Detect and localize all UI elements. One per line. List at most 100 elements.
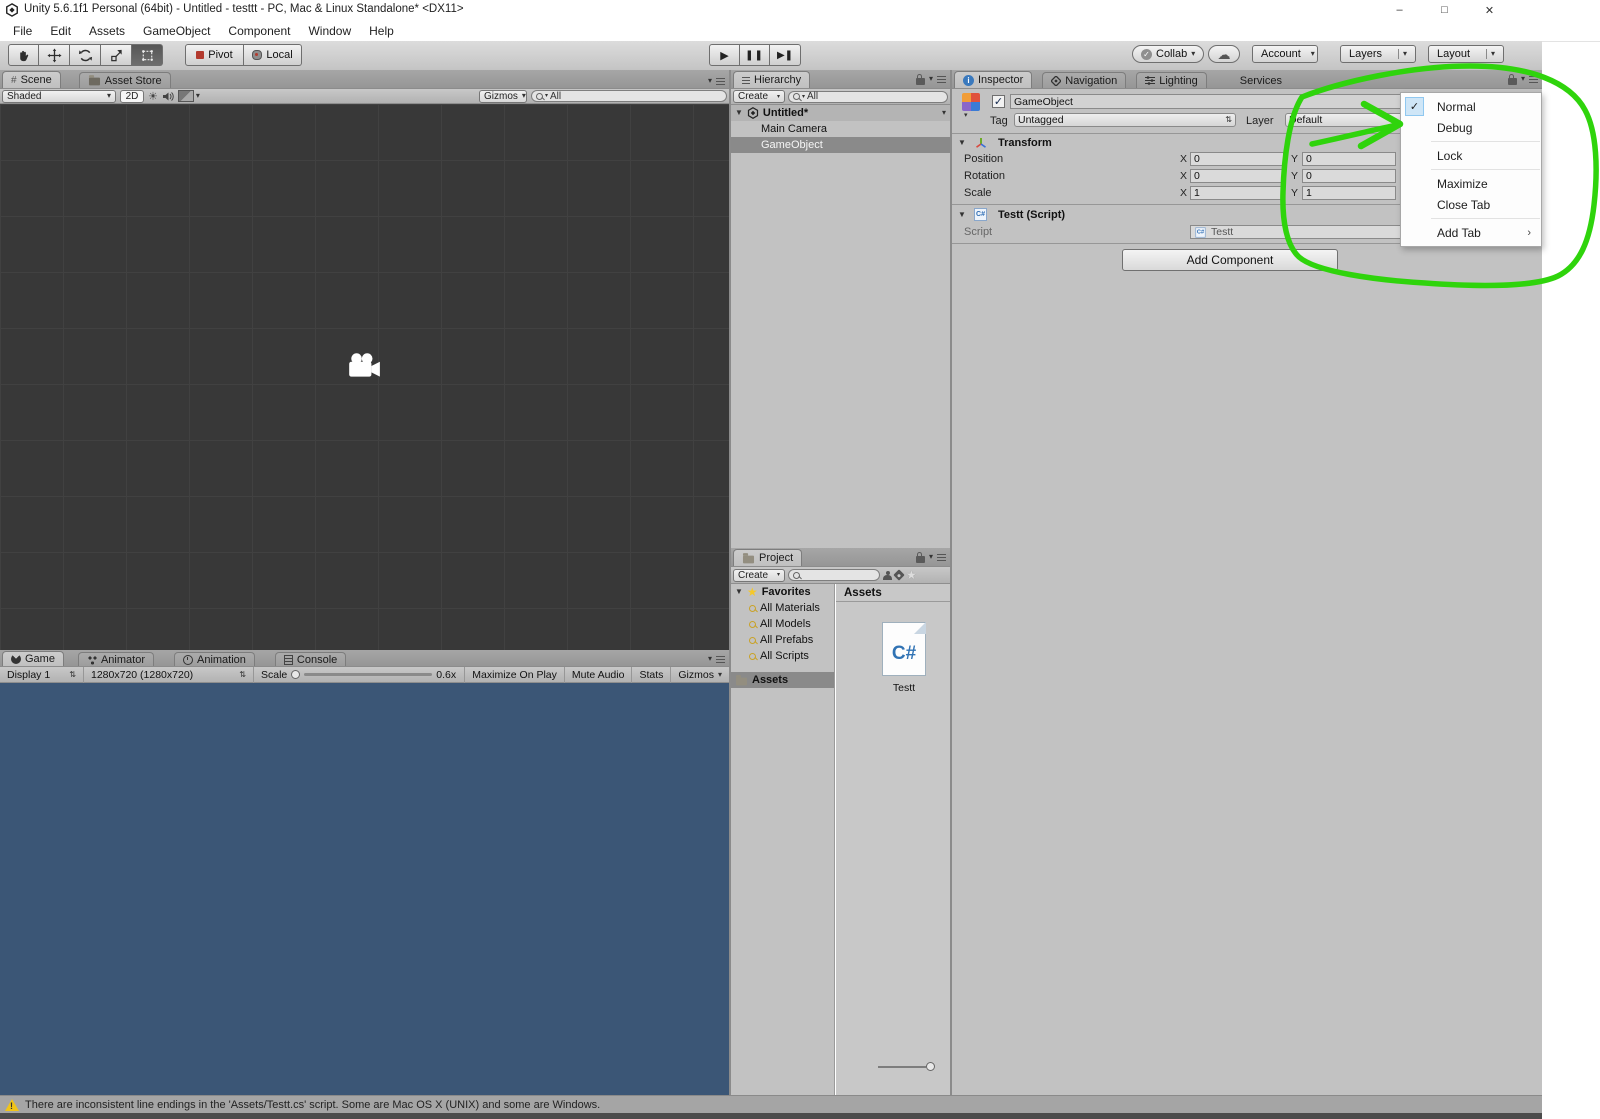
tab-navigation[interactable]: Navigation — [1042, 72, 1127, 88]
local-toggle-button[interactable]: Local — [244, 44, 302, 66]
tab-animator[interactable]: Animator — [77, 652, 154, 666]
display-dropdown[interactable]: Display 1 ⇅ — [0, 666, 84, 683]
project-lock-icon[interactable] — [915, 552, 925, 563]
menu-file[interactable]: File — [4, 20, 41, 41]
game-panel-menu-icon[interactable]: ▾ — [708, 655, 712, 663]
active-checkbox[interactable] — [992, 95, 1005, 108]
resolution-dropdown[interactable]: 1280x720 (1280x720) ⇅ — [84, 666, 254, 683]
tab-services[interactable]: Services — [1231, 72, 1291, 88]
menu-assets[interactable]: Assets — [80, 20, 134, 41]
rotate-tool-button[interactable] — [70, 44, 101, 66]
search-by-label-icon[interactable] — [893, 569, 905, 581]
inspector-lines-icon[interactable] — [1529, 75, 1538, 83]
move-tool-button[interactable] — [39, 44, 70, 66]
hierarchy-scene-row[interactable]: ▼ Untitled* ▾ — [731, 105, 950, 121]
scale-tool-button[interactable] — [101, 44, 132, 66]
scene-panel-menu-icon[interactable]: ▾ — [708, 77, 712, 85]
rotation-y-field[interactable]: 0 — [1302, 169, 1396, 183]
favorite-all-scripts[interactable]: All Scripts — [731, 648, 834, 664]
hierarchy-menu-icon[interactable]: ▾ — [929, 75, 933, 83]
project-lines-icon[interactable] — [937, 553, 946, 561]
hierarchy-lines-icon[interactable] — [937, 75, 946, 83]
rotation-x-field[interactable]: 0 — [1190, 169, 1284, 183]
scene-gizmos-dropdown[interactable]: Gizmos ▾ — [479, 89, 527, 103]
collab-dropdown[interactable]: ✓ Collab ▾ — [1132, 45, 1205, 63]
camera-gizmo-icon[interactable] — [346, 352, 382, 380]
icon-picker-arrow[interactable]: ▾ — [964, 112, 968, 119]
scene-effects-dropdown[interactable]: ▾ — [177, 90, 200, 102]
rect-tool-button[interactable] — [132, 44, 163, 66]
close-button[interactable]: ✕ — [1467, 0, 1512, 20]
game-gizmos-dropdown[interactable]: Gizmos ▾ — [671, 667, 729, 683]
favorites-root-row[interactable]: ▼ ★ Favorites — [731, 584, 834, 600]
hand-tool-button[interactable] — [8, 44, 39, 66]
position-x-field[interactable]: 0 — [1190, 152, 1284, 166]
play-button[interactable]: ▶ — [709, 44, 740, 66]
inspector-menu-icon[interactable]: ▾ — [1521, 75, 1525, 83]
minimize-button[interactable]: – — [1377, 0, 1422, 20]
tab-animation[interactable]: Animation — [174, 652, 255, 666]
tag-dropdown[interactable]: Untagged ⇅ — [1014, 113, 1236, 127]
scale-slider-track[interactable] — [304, 673, 433, 676]
scene-row-menu-icon[interactable]: ▾ — [942, 109, 946, 117]
favorites-star-icon[interactable]: ★ — [906, 569, 917, 581]
expand-triangle-icon[interactable]: ▼ — [735, 588, 743, 596]
inspector-lock-icon[interactable] — [1507, 74, 1517, 85]
pause-button[interactable]: ❚❚ — [740, 44, 770, 66]
script-foldout-icon[interactable]: ▼ — [958, 211, 966, 219]
game-panel-lines-icon[interactable] — [716, 655, 725, 663]
scene-audio-icon[interactable] — [162, 91, 174, 102]
hierarchy-create-dropdown[interactable]: Create ▾ — [733, 90, 785, 103]
tab-console[interactable]: Console — [274, 652, 347, 666]
hierarchy-item-gameobject[interactable]: GameObject — [731, 137, 950, 153]
account-dropdown[interactable]: Account ▾ — [1252, 45, 1318, 63]
maximize-button[interactable]: □ — [1422, 0, 1467, 20]
project-zoom-slider[interactable] — [878, 1062, 935, 1071]
assets-folder-row[interactable]: Assets — [731, 672, 834, 688]
scale-y-field[interactable]: 1 — [1302, 186, 1396, 200]
2d-toggle[interactable]: 2D — [120, 89, 144, 103]
menu-edit[interactable]: Edit — [41, 20, 80, 41]
scale-x-field[interactable]: 1 — [1190, 186, 1284, 200]
hierarchy-search-input[interactable]: ▾ All — [788, 90, 948, 103]
tab-project[interactable]: Project — [733, 549, 803, 566]
hierarchy-lock-icon[interactable] — [915, 74, 925, 85]
menu-window[interactable]: Window — [299, 20, 360, 41]
tab-hierarchy[interactable]: Hierarchy — [733, 71, 811, 88]
tab-game[interactable]: Game — [2, 651, 64, 666]
layers-dropdown[interactable]: Layers ▾ — [1340, 45, 1416, 63]
favorite-all-models[interactable]: All Models — [731, 616, 834, 632]
tab-inspector[interactable]: i Inspector — [954, 71, 1033, 88]
menu-item-add-tab[interactable]: Add Tab › — [1401, 222, 1541, 243]
favorite-all-prefabs[interactable]: All Prefabs — [731, 632, 834, 648]
mute-audio-button[interactable]: Mute Audio — [565, 666, 633, 683]
maximize-on-play-button[interactable]: Maximize On Play — [464, 666, 565, 683]
menu-item-maximize[interactable]: Maximize — [1401, 173, 1541, 194]
project-menu-icon[interactable]: ▾ — [929, 553, 933, 561]
scene-viewport[interactable] — [0, 104, 729, 650]
scene-lighting-icon[interactable]: ☀ — [148, 90, 158, 103]
tab-scene[interactable]: # Scene — [2, 71, 61, 88]
menu-item-debug[interactable]: Debug — [1401, 117, 1541, 138]
zoom-slider-knob[interactable] — [926, 1062, 935, 1071]
project-search-input[interactable] — [788, 569, 880, 581]
layout-dropdown[interactable]: Layout ▾ — [1428, 45, 1504, 63]
transform-foldout-icon[interactable]: ▼ — [958, 139, 966, 147]
tab-lighting[interactable]: Lighting — [1136, 72, 1207, 88]
search-by-type-icon[interactable] — [883, 570, 892, 580]
step-button[interactable]: ▶❚ — [770, 44, 801, 66]
hierarchy-item-main-camera[interactable]: Main Camera — [731, 121, 950, 137]
status-bar[interactable]: There are inconsistent line endings in t… — [0, 1095, 1542, 1113]
menu-item-lock[interactable]: Lock — [1401, 145, 1541, 166]
menu-component[interactable]: Component — [219, 20, 299, 41]
stats-button[interactable]: Stats — [632, 666, 672, 683]
scene-panel-lines-icon[interactable] — [716, 77, 725, 85]
scale-slider-knob[interactable] — [291, 670, 301, 679]
asset-item-testt[interactable]: C# Testt — [874, 622, 934, 694]
tab-asset-store[interactable]: Asset Store — [78, 72, 171, 88]
position-y-field[interactable]: 0 — [1302, 152, 1396, 166]
menu-gameobject[interactable]: GameObject — [134, 20, 219, 41]
scene-search-input[interactable]: ▾ All — [531, 90, 727, 102]
project-create-dropdown[interactable]: Create ▾ — [733, 568, 785, 582]
favorite-all-materials[interactable]: All Materials — [731, 600, 834, 616]
